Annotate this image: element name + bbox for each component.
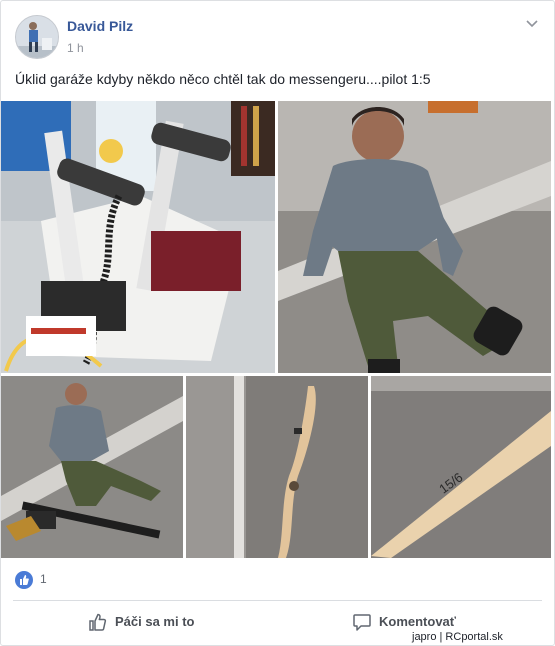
- divider: [13, 600, 542, 601]
- post-card: David Pilz 1 h Úklid garáže kdyby někdo …: [0, 0, 555, 646]
- post-text: Úklid garáže kdyby někdo něco chtěl tak …: [15, 71, 431, 87]
- comment-button-label: Komentovať: [379, 614, 457, 629]
- avatar[interactable]: [15, 15, 59, 59]
- like-button[interactable]: Páči sa mi to: [85, 608, 225, 638]
- author-name[interactable]: David Pilz: [67, 18, 133, 34]
- photo-propeller[interactable]: [186, 376, 368, 558]
- photo-pilot-figure-sitting[interactable]: [278, 101, 551, 373]
- photo-garage-items[interactable]: [1, 101, 275, 373]
- photo-pilot-figure-with-gun[interactable]: [1, 376, 183, 558]
- photo-propeller-closeup[interactable]: 15/6: [371, 376, 551, 558]
- like-reaction-icon: [15, 571, 33, 589]
- post-header: David Pilz 1 h: [15, 15, 542, 59]
- watermark: japro | RCportal.sk: [412, 631, 503, 643]
- chevron-down-icon[interactable]: [524, 17, 540, 31]
- like-button-label: Páči sa mi to: [115, 614, 195, 629]
- thumbs-up-icon: [89, 613, 107, 631]
- post-timestamp[interactable]: 1 h: [67, 41, 84, 55]
- comment-icon: [353, 614, 371, 631]
- like-count: 1: [40, 572, 47, 586]
